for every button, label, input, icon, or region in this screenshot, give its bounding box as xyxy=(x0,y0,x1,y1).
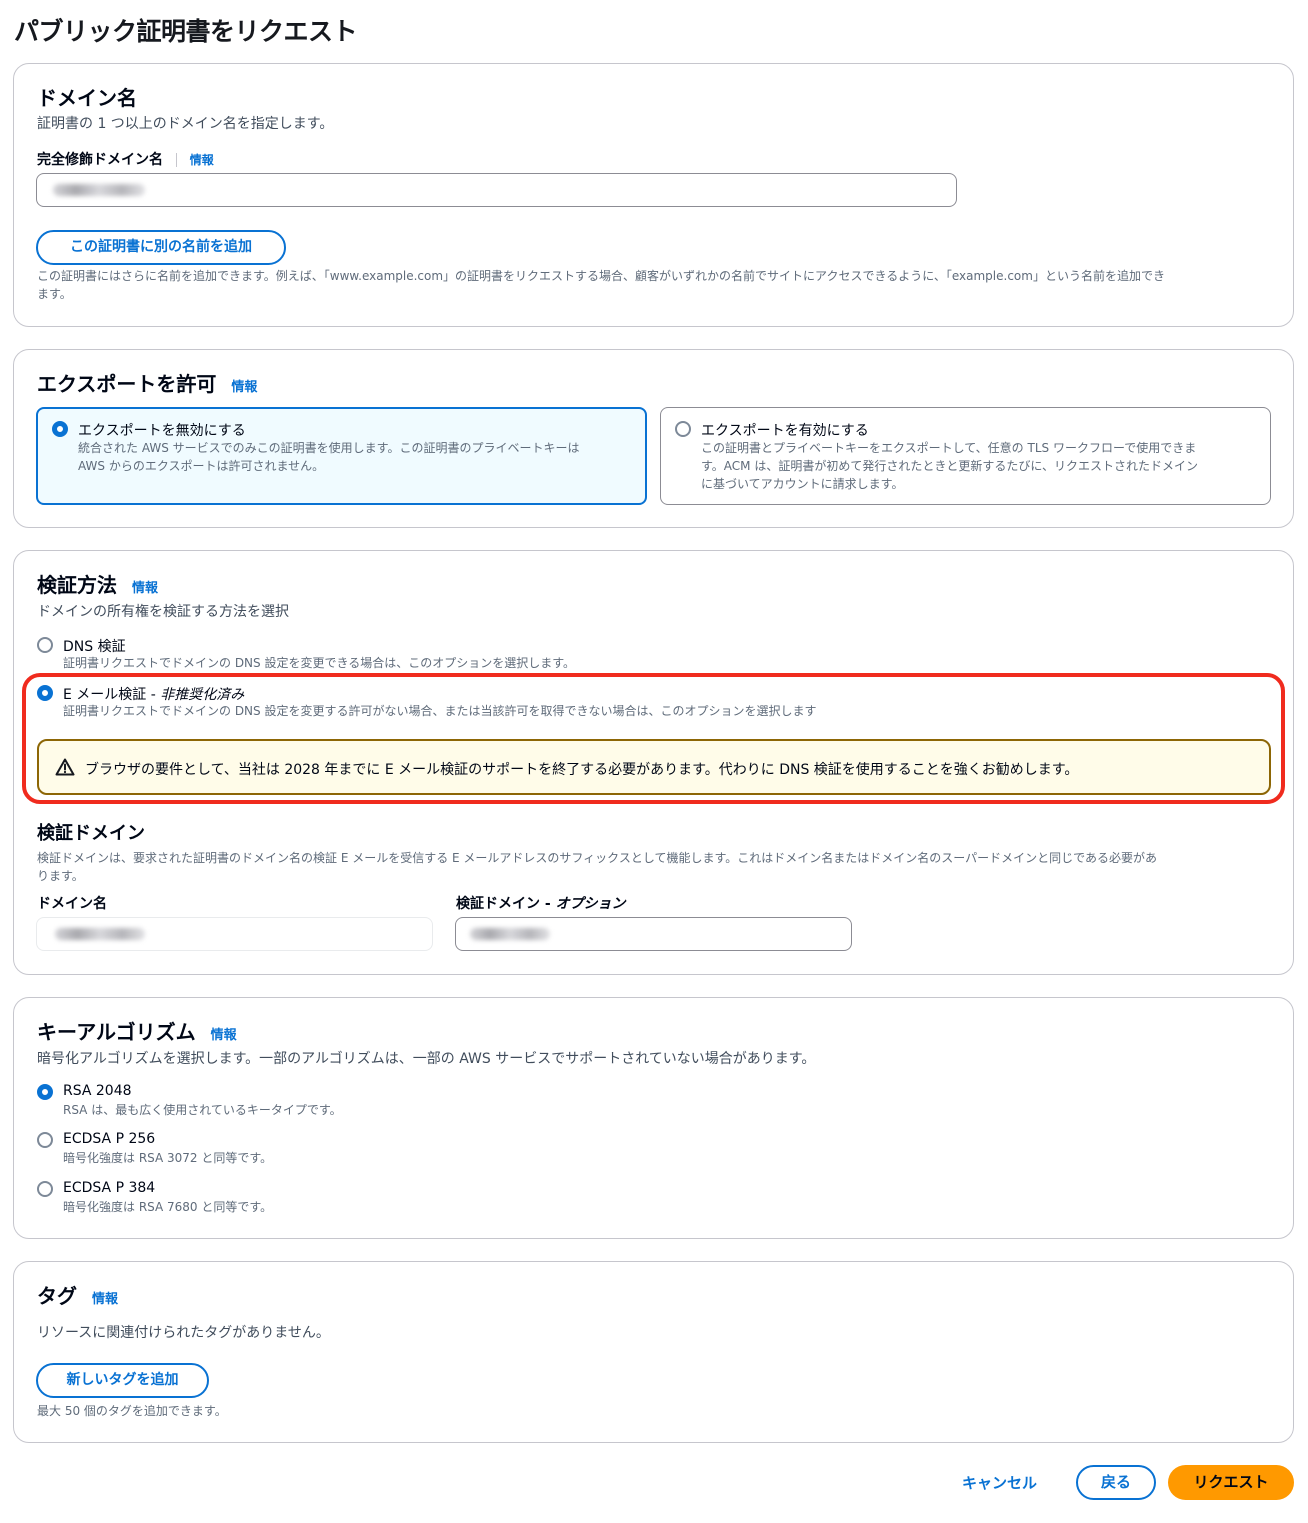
domain-name-card: ドメイン名 証明書の 1 つ以上のドメイン名を指定します。 完全修飾ドメイン名 … xyxy=(13,63,1294,327)
export-enable-desc2: す。ACM は、証明書が初めて発行されたときと更新するたびに、リクエストされたド… xyxy=(701,459,1198,473)
blurred-domain-value xyxy=(53,184,145,196)
export-enable-desc1: この証明書とプライベートキーをエクスポートして、任意の TLS ワークフローで使… xyxy=(701,441,1197,455)
validation-title: 検証方法 情報 xyxy=(37,569,158,598)
validation-domain-desc1: 検証ドメインは、要求された証明書のドメイン名の検証 E メールを受信する E メ… xyxy=(37,851,1158,865)
export-enable-radio[interactable] xyxy=(675,421,691,437)
rsa-2048-radio[interactable] xyxy=(37,1084,53,1100)
fqdn-label-text: 完全修飾ドメイン名 xyxy=(37,152,163,168)
validation-title-text: 検証方法 xyxy=(37,573,117,597)
export-disable-radio[interactable] xyxy=(52,421,68,437)
validation-description: ドメインの所有権を検証する方法を選択 xyxy=(37,604,289,620)
ecdsa-p384-label: ECDSA P 384 xyxy=(63,1180,156,1196)
key-algorithm-info-link[interactable]: 情報 xyxy=(211,1028,237,1043)
export-info-link[interactable]: 情報 xyxy=(231,380,257,395)
tags-limit-text: 最大 50 個のタグを追加できます。 xyxy=(37,1404,227,1418)
validation-domain-select[interactable] xyxy=(455,917,852,951)
ecdsa-p256-radio[interactable] xyxy=(37,1132,53,1148)
add-another-name-button[interactable]: この証明書に別の名前を追加 xyxy=(36,230,286,265)
export-disable-tile[interactable]: エクスポートを無効にする 統合された AWS サービスでのみこの証明書を使用しま… xyxy=(36,407,647,505)
dns-validation-desc: 証明書リクエストでドメインの DNS 設定を変更できる場合は、このオプションを選… xyxy=(63,656,576,670)
export-title: エクスポートを許可 情報 xyxy=(37,368,257,397)
export-disable-label: エクスポートを無効にする xyxy=(78,423,246,439)
rsa-2048-desc: RSA は、最も広く使用されているキータイプです。 xyxy=(63,1103,342,1117)
validation-domain-optional-label-text: 検証ドメイン - xyxy=(456,896,556,912)
validation-domain-title: 検証ドメイン xyxy=(37,823,145,844)
tags-title: タグ 情報 xyxy=(37,1280,118,1309)
key-algorithm-card: キーアルゴリズム 情報 暗号化アルゴリズムを選択します。一部のアルゴリズムは、一… xyxy=(13,997,1294,1239)
request-button[interactable]: リクエスト xyxy=(1168,1465,1294,1500)
add-tag-button[interactable]: 新しいタグを追加 xyxy=(36,1363,209,1398)
add-name-hint-line1: この証明書にはさらに名前を追加できます。例えば、「www.example.com… xyxy=(37,269,1165,283)
export-enable-label: エクスポートを有効にする xyxy=(701,423,869,439)
fqdn-info-link[interactable]: 情報 xyxy=(190,153,214,167)
blurred-domain-name-value xyxy=(55,928,145,940)
export-enable-desc3: に基づいてアカウントに請求します。 xyxy=(701,477,904,491)
ecdsa-p256-desc: 暗号化強度は RSA 3072 と同等です。 xyxy=(63,1151,273,1165)
ecdsa-p256-label: ECDSA P 256 xyxy=(63,1131,156,1147)
tags-title-text: タグ xyxy=(37,1284,77,1308)
add-name-hint-line2: ます。 xyxy=(37,287,72,301)
tags-info-link[interactable]: 情報 xyxy=(92,1292,118,1307)
ecdsa-p384-radio[interactable] xyxy=(37,1181,53,1197)
tags-empty-text: リソースに関連付けられたタグがありません。 xyxy=(37,1325,330,1341)
key-algorithm-title-text: キーアルゴリズム xyxy=(37,1020,196,1044)
tags-card: タグ 情報 リソースに関連付けられたタグがありません。 新しいタグを追加 最大 … xyxy=(13,1261,1294,1443)
blurred-validation-domain-value xyxy=(470,928,550,940)
validation-domain-name-field xyxy=(36,917,433,951)
export-disable-desc2: AWS からのエクスポートは許可されません。 xyxy=(78,459,325,473)
export-disable-desc1: 統合された AWS サービスでのみこの証明書を使用します。この証明書のプライベー… xyxy=(78,441,580,455)
export-card: エクスポートを許可 情報 エクスポートを無効にする 統合された AWS サービス… xyxy=(13,349,1294,528)
page-title: パブリック証明書をリクエスト xyxy=(14,17,358,46)
ecdsa-p384-desc: 暗号化強度は RSA 7680 と同等です。 xyxy=(63,1200,273,1214)
fqdn-input[interactable] xyxy=(36,173,957,207)
export-enable-tile[interactable]: エクスポートを有効にする この証明書とプライベートキーをエクスポートして、任意の… xyxy=(660,407,1271,505)
export-title-text: エクスポートを許可 xyxy=(37,372,217,396)
back-button[interactable]: 戻る xyxy=(1076,1465,1156,1500)
validation-domain-desc2: ります。 xyxy=(37,869,84,883)
cancel-button[interactable]: キャンセル xyxy=(962,1472,1037,1493)
dns-validation-label: DNS 検証 xyxy=(63,639,126,655)
domain-name-description: 証明書の 1 つ以上のドメイン名を指定します。 xyxy=(37,116,334,132)
fqdn-label: 完全修飾ドメイン名 情報 xyxy=(37,149,214,169)
domain-name-title: ドメイン名 xyxy=(37,86,137,110)
key-algorithm-description: 暗号化アルゴリズムを選択します。一部のアルゴリズムは、一部の AWS サービスで… xyxy=(37,1051,816,1067)
divider xyxy=(175,153,177,167)
email-validation-highlight xyxy=(22,673,1285,804)
validation-domain-name-label: ドメイン名 xyxy=(37,896,107,912)
validation-domain-optional-label: 検証ドメイン - オプション xyxy=(456,893,626,913)
optional-label: オプション xyxy=(555,896,626,912)
dns-validation-radio[interactable] xyxy=(37,637,53,653)
rsa-2048-label: RSA 2048 xyxy=(63,1083,132,1099)
key-algorithm-title: キーアルゴリズム 情報 xyxy=(37,1016,237,1045)
validation-info-link[interactable]: 情報 xyxy=(132,581,158,596)
